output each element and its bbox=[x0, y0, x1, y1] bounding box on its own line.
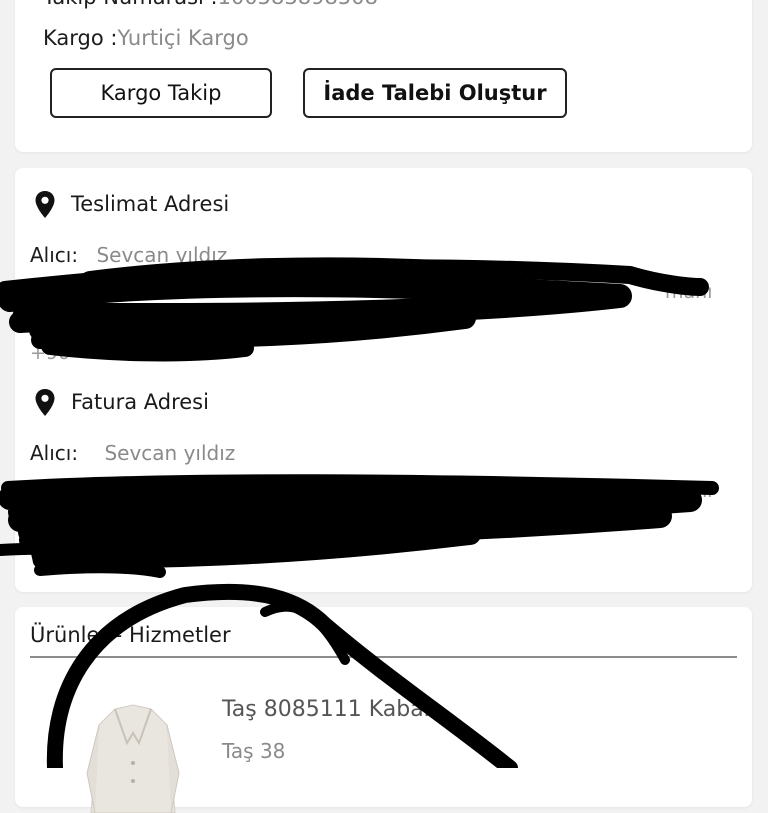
shipment-card: Takip Numarası :100583898508 Kargo :Yurt… bbox=[15, 0, 752, 152]
billing-address-line: mahı bbox=[665, 480, 713, 502]
billing-recipient-row: Alıcı: Sevcan yıldız bbox=[30, 441, 235, 465]
billing-address-title: Fatura Adresi bbox=[71, 390, 209, 414]
cargo-label: Kargo : bbox=[43, 26, 118, 50]
create-return-request-button[interactable]: İade Talebi Oluştur bbox=[303, 68, 567, 118]
tracking-number: 100583898508 bbox=[218, 0, 378, 9]
map-pin-icon bbox=[35, 191, 55, 218]
delivery-recipient-label: Alıcı: bbox=[30, 243, 79, 267]
cargo-row: Kargo :Yurtiçi Kargo bbox=[43, 26, 249, 50]
delivery-phone: +90 bbox=[30, 342, 71, 364]
product-name: Taş 8085111 Kaban bbox=[222, 697, 438, 722]
product-item[interactable]: Taş 8085111 Kaban Taş 38 bbox=[15, 667, 752, 813]
tracking-label: Takip Numarası : bbox=[43, 0, 218, 9]
product-thumbnail bbox=[86, 704, 180, 813]
delivery-address-title: Teslimat Adresi bbox=[71, 192, 230, 216]
delivery-recipient-row: Alıcı: Sevcan yıldız bbox=[30, 243, 227, 267]
products-card: Ürünler - Hizmetler Taş 8085111 Kaban Ta… bbox=[15, 607, 752, 813]
address-card: Teslimat Adresi Alıcı: Sevcan yıldız mah… bbox=[15, 168, 752, 592]
cargo-company: Yurtiçi Kargo bbox=[117, 26, 249, 50]
products-section-title: Ürünler - Hizmetler bbox=[30, 623, 231, 647]
cargo-track-button[interactable]: Kargo Takip bbox=[50, 68, 272, 118]
product-variant: Taş 38 bbox=[222, 739, 286, 763]
delivery-address-line: mahı bbox=[665, 281, 713, 303]
tracking-row: Takip Numarası :100583898508 bbox=[43, 0, 378, 9]
products-divider bbox=[30, 656, 737, 658]
billing-recipient-name: Sevcan yıldız bbox=[104, 441, 236, 465]
billing-recipient-label: Alıcı: bbox=[30, 441, 79, 465]
delivery-recipient-name: Sevcan yıldız bbox=[96, 243, 228, 267]
map-pin-icon bbox=[35, 389, 55, 416]
